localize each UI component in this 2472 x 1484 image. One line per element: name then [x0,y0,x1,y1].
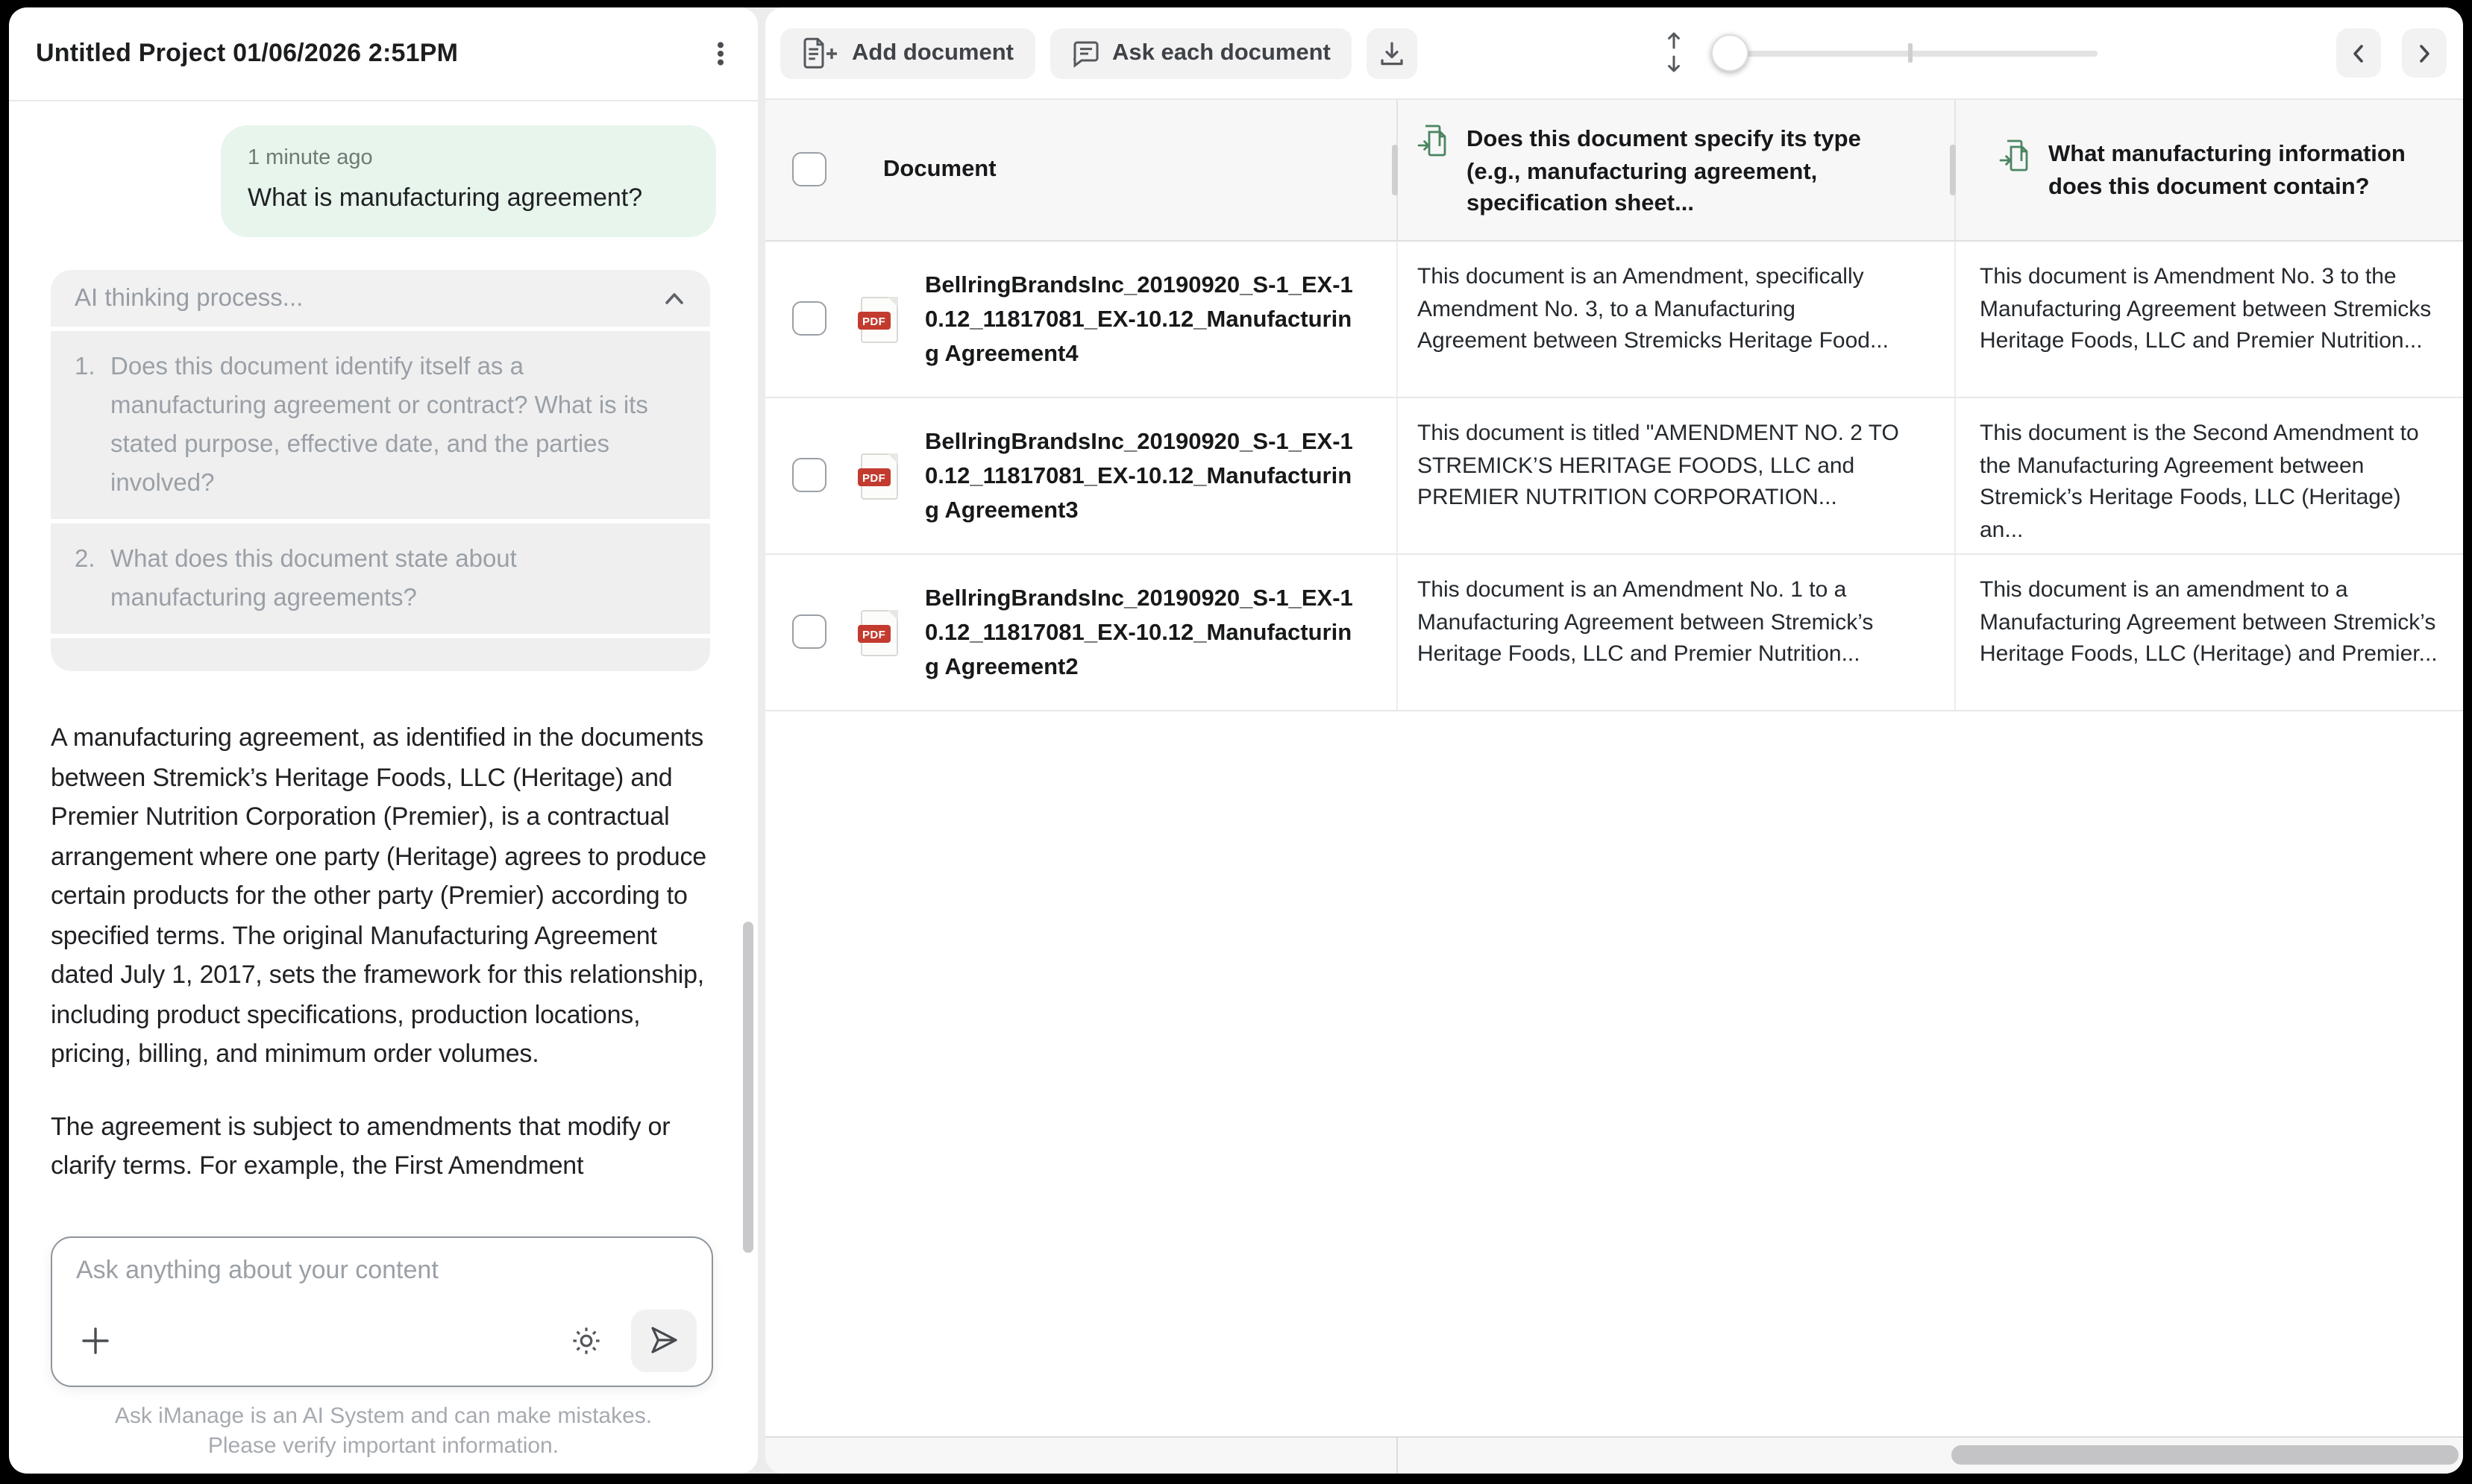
ask-input-actions [73,1308,697,1374]
document-row[interactable]: PDF BellringBrandsInc_20190920_S-1_EX-10… [765,398,2463,555]
pdf-badge: PDF [858,468,890,486]
ai-disclaimer: Ask iManage is an AI System and can make… [9,1402,758,1462]
ask-each-document-button[interactable]: Ask each document [1050,28,1352,78]
answer-cell-q2: This document is Amendment No. 3 to the … [1980,261,2445,357]
ai-thinking-header[interactable]: AI thinking process... [51,270,710,327]
chevron-right-icon [2412,41,2436,65]
ask-documents-icon [1999,139,2030,203]
answer-cell-q2: This document is the Second Amendment to… [1980,418,2445,546]
document-name[interactable]: BellringBrandsInc_20190920_S-1_EX-10.12_… [925,242,1364,397]
document-row[interactable]: PDF BellringBrandsInc_20190920_S-1_EX-10… [765,242,2463,398]
step-text: What does this document state about manu… [110,540,656,617]
question-2-text: What manufacturing information does this… [2048,139,2447,203]
document-toolbar: Add document Ask each document [765,7,2463,98]
pdf-file-icon: PDF [861,297,898,343]
disclaimer-line-2: Please verify important information. [9,1432,758,1462]
row-checkbox[interactable] [792,458,826,492]
disclaimer-line-1: Ask iManage is an AI System and can make… [9,1402,758,1432]
column-resize-handle[interactable] [1950,145,1956,195]
ask-each-document-label: Ask each document [1112,40,1331,66]
question-column-header-2: What manufacturing information does this… [1999,139,2447,203]
column-resize-handle[interactable] [1392,145,1398,195]
message-timestamp: 1 minute ago [248,146,689,170]
answer-paragraph-2: The agreement is subject to amendments t… [51,1107,718,1186]
answer-cell-q1: This document is titled "AMENDMENT NO. 2… [1417,418,1910,514]
select-all-checkbox[interactable] [792,152,826,186]
slider-midpoint-tick [1908,43,1913,63]
send-icon [646,1323,682,1359]
document-name[interactable]: BellringBrandsInc_20190920_S-1_EX-10.12_… [925,555,1364,710]
user-message-bubble: 1 minute ago What is manufacturing agree… [221,125,716,237]
plus-icon [78,1323,113,1359]
thinking-step: 2. What does this document state about m… [51,524,710,634]
answer-cell-q2: This document is an amendment to a Manuf… [1980,574,2445,670]
slider-thumb[interactable] [1711,34,1748,72]
step-number: 1. [75,348,110,503]
kebab-menu-icon [707,40,734,67]
chat-bubble-icon [1070,38,1100,68]
app-window: Untitled Project 01/06/2026 2:51PM 1 min… [0,0,2472,1484]
chat-panel: Untitled Project 01/06/2026 2:51PM 1 min… [9,7,758,1474]
document-panel: Add document Ask each document [765,7,2463,1474]
answer-cell-q1: This document is an Amendment No. 1 to a… [1417,574,1910,670]
page-fold [888,453,898,464]
ask-input-box [51,1236,713,1387]
project-title: Untitled Project 01/06/2026 2:51PM [36,39,458,69]
pdf-file-icon: PDF [861,453,898,500]
pdf-file-icon: PDF [861,610,898,656]
gear-icon [568,1323,604,1359]
ai-thinking-label: AI thinking process... [75,284,659,312]
answer-cell-q1: This document is an Amendment, specifica… [1417,261,1910,357]
chevron-up-icon [659,283,689,313]
previous-page-button[interactable] [2336,28,2381,78]
add-document-button[interactable]: Add document [780,28,1035,78]
question-column-header-1: Does this document specify its type (e.g… [1417,124,1910,220]
step-text: Does this document identify itself as a … [110,348,656,503]
question-1-text: Does this document specify its type (e.g… [1466,124,1910,220]
chat-scroll-area: 1 minute ago What is manufacturing agree… [9,101,758,1186]
row-checkbox[interactable] [792,301,826,336]
table-header: Document Does this document specify its … [765,98,2463,242]
page-fold [888,297,898,307]
project-menu-button[interactable] [698,31,743,76]
settings-button[interactable] [562,1317,610,1365]
horizontal-scrollbar-thumb[interactable] [1951,1445,2459,1465]
thinking-card-footer [51,638,710,671]
document-column-header: Document [883,100,997,240]
add-document-label: Add document [852,40,1014,66]
page-fold [888,610,898,620]
table-footer-bar [765,1436,2463,1474]
footer-column-divider [1396,1438,1398,1474]
chat-scrollbar-thumb[interactable] [743,922,753,1253]
download-button[interactable] [1367,28,1417,78]
pdf-badge: PDF [858,312,890,330]
ai-answer: A manufacturing agreement, as identified… [51,719,718,1186]
ai-thinking-card: AI thinking process... 1. Does this docu… [51,270,710,671]
next-page-button[interactable] [2402,28,2447,78]
message-text: What is manufacturing agreement? [248,183,689,213]
thinking-step: 1. Does this document identify itself as… [51,331,710,519]
attach-button[interactable] [73,1318,118,1363]
row-checkbox[interactable] [792,614,826,649]
send-button[interactable] [631,1309,697,1372]
step-number: 2. [75,540,110,617]
answer-paragraph-1: A manufacturing agreement, as identified… [51,719,718,1075]
download-icon [1377,38,1407,68]
pdf-badge: PDF [858,625,890,643]
chevron-left-icon [2347,41,2371,65]
document-row[interactable]: PDF BellringBrandsInc_20190920_S-1_EX-10… [765,555,2463,711]
document-name[interactable]: BellringBrandsInc_20190920_S-1_EX-10.12_… [925,398,1364,553]
chat-panel-header: Untitled Project 01/06/2026 2:51PM [9,7,758,101]
resize-updown-icon [1656,28,1692,76]
ask-documents-icon [1417,124,1449,220]
add-document-icon [801,37,840,69]
slider-track[interactable] [1728,51,2098,57]
